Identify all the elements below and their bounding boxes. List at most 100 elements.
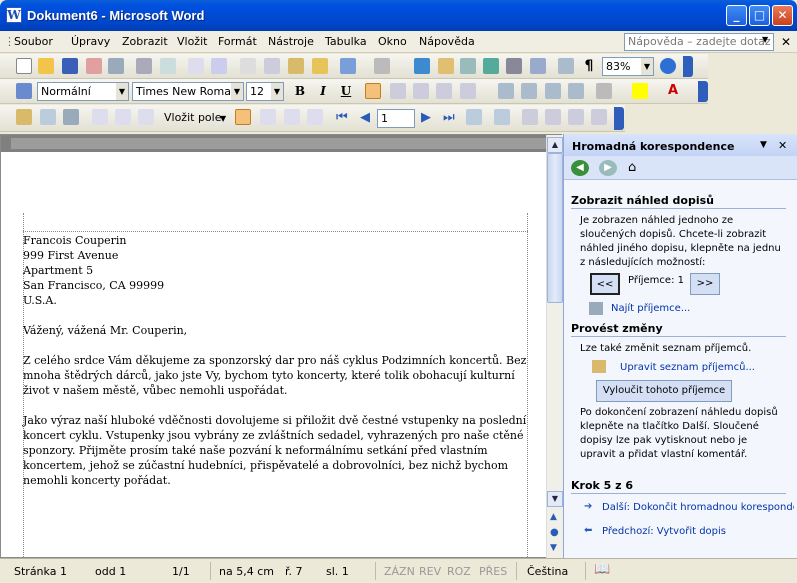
scroll-thumb[interactable] bbox=[547, 153, 563, 303]
merge-to-printer-icon[interactable] bbox=[545, 109, 561, 125]
save-icon[interactable] bbox=[62, 58, 78, 74]
word-app-icon[interactable]: W bbox=[6, 7, 22, 23]
previous-record-icon[interactable]: ◀ bbox=[360, 110, 370, 125]
next-page-icon[interactable]: ▼ bbox=[550, 543, 557, 553]
menu-tabulka[interactable]: Tabulka bbox=[325, 35, 367, 48]
exclude-recipient-button[interactable]: Vyloučit tohoto příjemce bbox=[596, 380, 732, 402]
match-fields-icon[interactable] bbox=[284, 109, 300, 125]
status-track-changes[interactable]: REV bbox=[419, 565, 441, 578]
drawing-icon[interactable] bbox=[530, 58, 546, 74]
insert-greeting-line-icon[interactable] bbox=[115, 109, 131, 125]
paste-icon[interactable] bbox=[288, 58, 304, 74]
find-recipient-link[interactable]: Najít příjemce... bbox=[611, 303, 690, 314]
menu-okno[interactable]: Okno bbox=[378, 35, 407, 48]
insert-excel-icon[interactable] bbox=[483, 58, 499, 74]
print-icon[interactable] bbox=[136, 58, 152, 74]
merge-to-new-document-icon[interactable] bbox=[522, 109, 538, 125]
last-record-icon[interactable]: ⏭ bbox=[443, 110, 455, 125]
underline-button[interactable]: U bbox=[337, 83, 355, 100]
email-icon[interactable] bbox=[108, 58, 124, 74]
document-close-icon[interactable]: ✕ bbox=[781, 35, 791, 49]
main-document-setup-icon[interactable] bbox=[16, 109, 32, 125]
mail-merge-recipients-icon[interactable] bbox=[63, 109, 79, 125]
help-dropdown-icon[interactable]: ▼ bbox=[762, 35, 768, 44]
show-formatting-icon[interactable]: ¶ bbox=[581, 58, 597, 74]
insert-merge-fields-icon[interactable] bbox=[138, 109, 154, 125]
previous-recipient-button[interactable]: << bbox=[590, 273, 620, 295]
open-data-source-icon[interactable] bbox=[40, 109, 56, 125]
scroll-up-icon[interactable]: ▲ bbox=[547, 137, 563, 153]
chevron-down-icon[interactable]: ▼ bbox=[760, 140, 767, 150]
menu-nastroje[interactable]: Nástroje bbox=[268, 35, 314, 48]
highlight-icon[interactable] bbox=[632, 83, 648, 99]
research-icon[interactable] bbox=[211, 58, 227, 74]
font-select[interactable]: Times New Roman ▼ bbox=[132, 82, 244, 101]
propagate-labels-icon[interactable] bbox=[307, 109, 323, 125]
font-color-icon[interactable]: A bbox=[665, 83, 681, 99]
align-center-icon[interactable] bbox=[390, 83, 406, 99]
redo-icon[interactable] bbox=[374, 58, 390, 74]
numbering-icon[interactable] bbox=[498, 83, 514, 99]
justify-icon[interactable] bbox=[436, 83, 452, 99]
italic-button[interactable]: I bbox=[314, 83, 332, 100]
toolbar-options-icon[interactable] bbox=[683, 56, 693, 77]
border-icon[interactable] bbox=[596, 83, 612, 99]
status-extend[interactable]: ROZ bbox=[447, 565, 471, 578]
insert-field-button[interactable]: Vložit pole bbox=[164, 111, 222, 124]
help-search-input[interactable]: Nápověda – zadejte dotaz bbox=[624, 33, 774, 51]
help-icon[interactable] bbox=[660, 58, 676, 74]
copy-icon[interactable] bbox=[264, 58, 280, 74]
menu-napoveda[interactable]: Nápověda bbox=[419, 35, 475, 48]
document-area[interactable]: Francois Couperin 999 First Avenue Apart… bbox=[0, 134, 563, 559]
next-record-icon[interactable]: ▶ bbox=[421, 110, 431, 125]
decrease-indent-icon[interactable] bbox=[545, 83, 561, 99]
font-size-select[interactable]: 12 ▼ bbox=[246, 82, 284, 101]
highlight-merge-fields-icon[interactable] bbox=[260, 109, 276, 125]
toolbar-options-icon[interactable] bbox=[614, 107, 624, 130]
previous-step-link[interactable]: Předchozí: Vytvořit dopis bbox=[602, 526, 726, 537]
hyperlink-icon[interactable] bbox=[414, 58, 430, 74]
horizontal-ruler[interactable] bbox=[1, 135, 546, 152]
menu-upravy[interactable]: Úpravy bbox=[71, 35, 110, 48]
minimize-button[interactable]: _ bbox=[726, 5, 747, 26]
increase-indent-icon[interactable] bbox=[568, 83, 584, 99]
document-map-icon[interactable] bbox=[558, 58, 574, 74]
zoom-select[interactable]: 83% ▼ bbox=[602, 57, 654, 76]
next-step-link[interactable]: Další: Dokončit hromadnou korespondenci bbox=[602, 502, 794, 513]
tables-borders-icon[interactable] bbox=[438, 58, 454, 74]
check-errors-icon[interactable] bbox=[494, 109, 510, 125]
browse-object-icon[interactable]: ● bbox=[550, 527, 559, 538]
open-folder-icon[interactable] bbox=[38, 58, 54, 74]
bold-button[interactable]: B bbox=[291, 83, 309, 100]
permission-icon[interactable] bbox=[86, 58, 102, 74]
document-body[interactable]: Francois Couperin 999 First Avenue Apart… bbox=[23, 233, 543, 488]
close-icon[interactable]: ✕ bbox=[778, 139, 787, 152]
toolbar-options-icon[interactable] bbox=[698, 81, 708, 102]
undo-icon[interactable] bbox=[340, 58, 356, 74]
maximize-button[interactable]: □ bbox=[749, 5, 770, 26]
insert-table-icon[interactable] bbox=[460, 58, 476, 74]
spelling-status-icon[interactable]: 📖 bbox=[594, 562, 610, 577]
forward-icon[interactable]: ▶ bbox=[599, 160, 617, 176]
styles-formatting-icon[interactable] bbox=[16, 83, 32, 99]
next-recipient-button[interactable]: >> bbox=[690, 273, 720, 295]
merge-to-email-icon[interactable] bbox=[568, 109, 584, 125]
bullets-icon[interactable] bbox=[521, 83, 537, 99]
align-left-icon[interactable] bbox=[365, 83, 381, 99]
status-record-macro[interactable]: ZÁZN bbox=[384, 565, 415, 578]
previous-page-icon[interactable]: ▲ bbox=[550, 512, 557, 522]
status-overtype[interactable]: PŘES bbox=[479, 565, 507, 578]
scroll-down-icon[interactable]: ▼ bbox=[547, 491, 563, 507]
close-button[interactable]: ✕ bbox=[772, 5, 793, 26]
find-entry-icon[interactable] bbox=[466, 109, 482, 125]
insert-address-block-icon[interactable] bbox=[92, 109, 108, 125]
cut-icon[interactable] bbox=[240, 58, 256, 74]
merge-to-fax-icon[interactable] bbox=[591, 109, 607, 125]
edit-recipient-list-link[interactable]: Upravit seznam příjemců... bbox=[620, 362, 755, 373]
chevron-down-icon[interactable]: ▼ bbox=[220, 114, 226, 123]
view-merged-data-icon[interactable] bbox=[235, 109, 251, 125]
print-preview-icon[interactable] bbox=[160, 58, 176, 74]
menu-soubor[interactable]: Soubor bbox=[14, 35, 53, 48]
align-right-icon[interactable] bbox=[413, 83, 429, 99]
back-icon[interactable]: ◀ bbox=[571, 160, 589, 176]
